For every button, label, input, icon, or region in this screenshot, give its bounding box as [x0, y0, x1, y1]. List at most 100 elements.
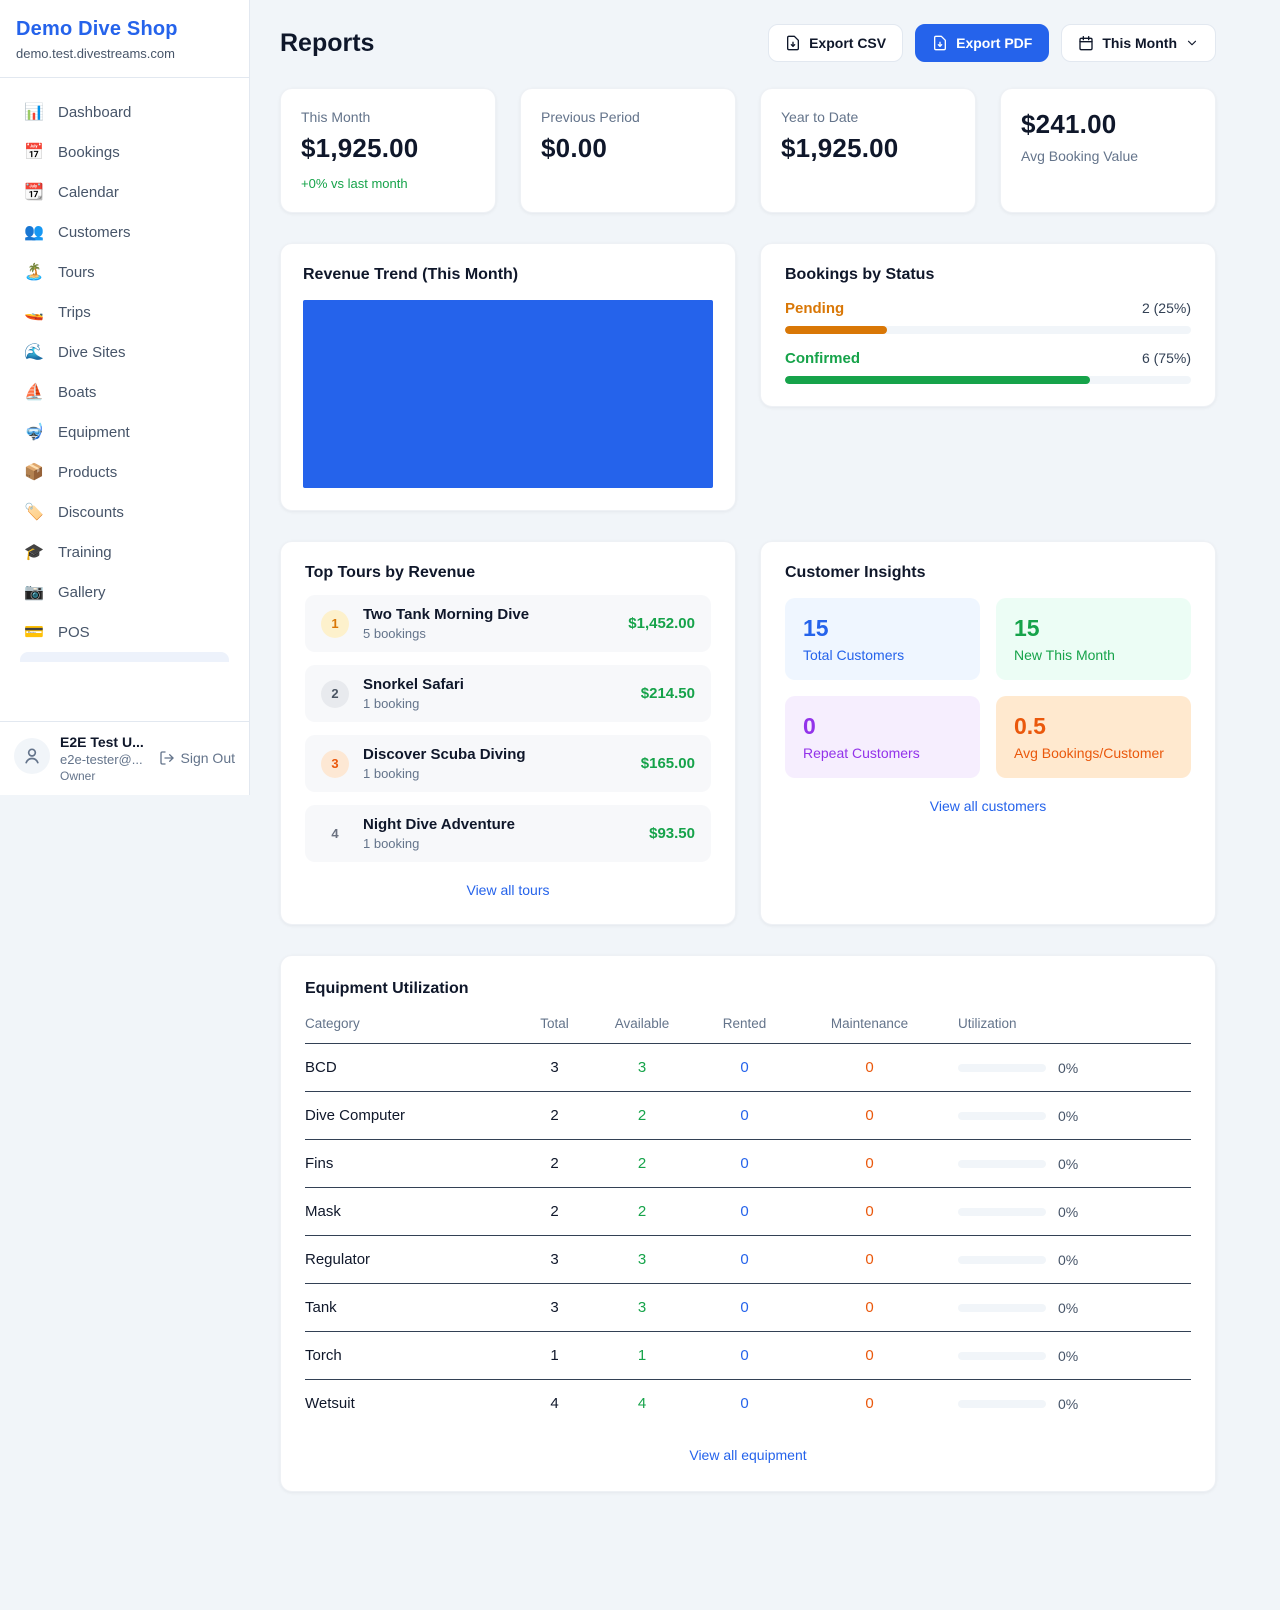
cell-category: Dive Computer — [305, 1107, 517, 1124]
utilization-percent: 0% — [1058, 1348, 1078, 1364]
cell-available: 3 — [592, 1299, 692, 1316]
sidebar-item-dashboard[interactable]: 📊 Dashboard — [10, 92, 239, 132]
tile-label: Total Customers — [803, 647, 962, 663]
sidebar-item-trips[interactable]: 🚤 Trips — [10, 292, 239, 332]
cell-utilization: 0% — [942, 1156, 1191, 1172]
view-all-customers-link[interactable]: View all customers — [785, 798, 1191, 814]
charts-row: Revenue Trend (This Month) Bookings by S… — [280, 243, 1216, 511]
customers-icon: 👥 — [24, 222, 44, 242]
sidebar-nav: 📊 Dashboard 📅 Bookings 📆 Calendar 👥 Cust… — [0, 78, 249, 662]
sidebar-item-equipment[interactable]: 🤿 Equipment — [10, 412, 239, 452]
cell-category: Mask — [305, 1203, 517, 1220]
utilization-bar-track — [958, 1160, 1046, 1168]
column-header-available: Available — [592, 1016, 692, 1031]
tour-name: Two Tank Morning Dive — [363, 606, 529, 623]
column-header-total: Total — [517, 1016, 592, 1031]
stat-label: Avg Booking Value — [1021, 148, 1195, 164]
tour-amount: $214.50 — [641, 685, 695, 702]
sidebar-item-calendar[interactable]: 📆 Calendar — [10, 172, 239, 212]
utilization-percent: 0% — [1058, 1252, 1078, 1268]
cell-category: Wetsuit — [305, 1395, 517, 1412]
cell-rented: 0 — [692, 1107, 797, 1124]
file-download-icon — [932, 35, 948, 51]
sidebar-item-products[interactable]: 📦 Products — [10, 452, 239, 492]
cell-available: 3 — [592, 1251, 692, 1268]
utilization-bar-track — [958, 1256, 1046, 1264]
status-bar-fill — [785, 376, 1090, 384]
cell-utilization: 0% — [942, 1108, 1191, 1124]
cell-utilization: 0% — [942, 1396, 1191, 1412]
cell-available: 4 — [592, 1395, 692, 1412]
main-content: Reports Export CSV Export PDF — [250, 0, 1280, 1540]
stat-card-this-month: This Month $1,925.00 +0% vs last month — [280, 88, 496, 213]
discounts-icon: 🏷️ — [24, 502, 44, 522]
utilization-percent: 0% — [1058, 1156, 1078, 1172]
cell-category: BCD — [305, 1059, 517, 1076]
column-header-utilization: Utilization — [942, 1016, 1191, 1031]
sidebar-item-training[interactable]: 🎓 Training — [10, 532, 239, 572]
table-row: Wetsuit 4 4 0 0 0% — [305, 1380, 1191, 1427]
sidebar-item-customers[interactable]: 👥 Customers — [10, 212, 239, 252]
tile-repeat-customers: 0 Repeat Customers — [785, 696, 980, 778]
utilization-bar-track — [958, 1304, 1046, 1312]
export-pdf-button[interactable]: Export PDF — [915, 24, 1049, 62]
utilization-percent: 0% — [1058, 1060, 1078, 1076]
list-item: 4 Night Dive Adventure 1 booking $93.50 — [305, 805, 711, 862]
period-dropdown[interactable]: This Month — [1061, 24, 1216, 62]
sidebar-user-panel: E2E Test U... e2e-tester@... Owner Sign … — [0, 721, 249, 795]
sidebar-item-reports-partial[interactable] — [20, 652, 229, 662]
utilization-bar-track — [958, 1064, 1046, 1072]
calendar-icon: 📆 — [24, 182, 44, 202]
sidebar-item-label: Customers — [58, 224, 131, 241]
sidebar-item-label: Dashboard — [58, 104, 131, 121]
cell-maintenance: 0 — [797, 1251, 942, 1268]
sign-out-button[interactable]: Sign Out — [159, 750, 235, 766]
status-count: 2 (25%) — [1142, 300, 1191, 316]
sidebar-item-label: Dive Sites — [58, 344, 126, 361]
column-header-rented: Rented — [692, 1016, 797, 1031]
stat-value: $1,925.00 — [301, 133, 475, 164]
stat-card-year-to-date: Year to Date $1,925.00 — [760, 88, 976, 213]
tile-value: 0 — [803, 713, 962, 740]
tile-value: 15 — [1014, 615, 1173, 642]
list-item: 3 Discover Scuba Diving 1 booking $165.0… — [305, 735, 711, 792]
cell-rented: 0 — [692, 1155, 797, 1172]
brand: Demo Dive Shop demo.test.divestreams.com — [0, 0, 249, 78]
rank-badge: 2 — [321, 680, 349, 708]
sidebar-item-boats[interactable]: ⛵ Boats — [10, 372, 239, 412]
cell-total: 3 — [517, 1251, 592, 1268]
tour-name: Discover Scuba Diving — [363, 746, 526, 763]
sidebar-item-bookings[interactable]: 📅 Bookings — [10, 132, 239, 172]
rank-badge: 4 — [321, 820, 349, 848]
sidebar-item-dive-sites[interactable]: 🌊 Dive Sites — [10, 332, 239, 372]
cell-available: 3 — [592, 1059, 692, 1076]
utilization-bar-track — [958, 1208, 1046, 1216]
export-csv-button[interactable]: Export CSV — [768, 24, 903, 62]
tour-bookings: 1 booking — [363, 696, 464, 711]
stat-label: Previous Period — [541, 109, 715, 125]
cell-utilization: 0% — [942, 1252, 1191, 1268]
cell-available: 2 — [592, 1203, 692, 1220]
table-row: Mask 2 2 0 0 0% — [305, 1188, 1191, 1236]
boats-icon: ⛵ — [24, 382, 44, 402]
cell-rented: 0 — [692, 1395, 797, 1412]
sidebar-item-discounts[interactable]: 🏷️ Discounts — [10, 492, 239, 532]
training-icon: 🎓 — [24, 542, 44, 562]
sidebar-item-pos[interactable]: 💳 POS — [10, 612, 239, 652]
cell-maintenance: 0 — [797, 1203, 942, 1220]
header-actions: Export CSV Export PDF This Month — [768, 24, 1216, 62]
user-role: Owner — [60, 769, 144, 783]
insight-tiles: 15 Total Customers 15 New This Month 0 R… — [785, 598, 1191, 778]
cell-utilization: 0% — [942, 1060, 1191, 1076]
sidebar-item-label: Equipment — [58, 424, 130, 441]
sidebar-item-tours[interactable]: 🏝️ Tours — [10, 252, 239, 292]
cell-utilization: 0% — [942, 1204, 1191, 1220]
dashboard-icon: 📊 — [24, 102, 44, 122]
stat-card-previous-period: Previous Period $0.00 — [520, 88, 736, 213]
sidebar-item-gallery[interactable]: 📷 Gallery — [10, 572, 239, 612]
view-all-equipment-link[interactable]: View all equipment — [305, 1447, 1191, 1463]
sidebar-item-label: Boats — [58, 384, 96, 401]
tour-amount: $165.00 — [641, 755, 695, 772]
page-title: Reports — [280, 29, 374, 58]
view-all-tours-link[interactable]: View all tours — [305, 882, 711, 898]
